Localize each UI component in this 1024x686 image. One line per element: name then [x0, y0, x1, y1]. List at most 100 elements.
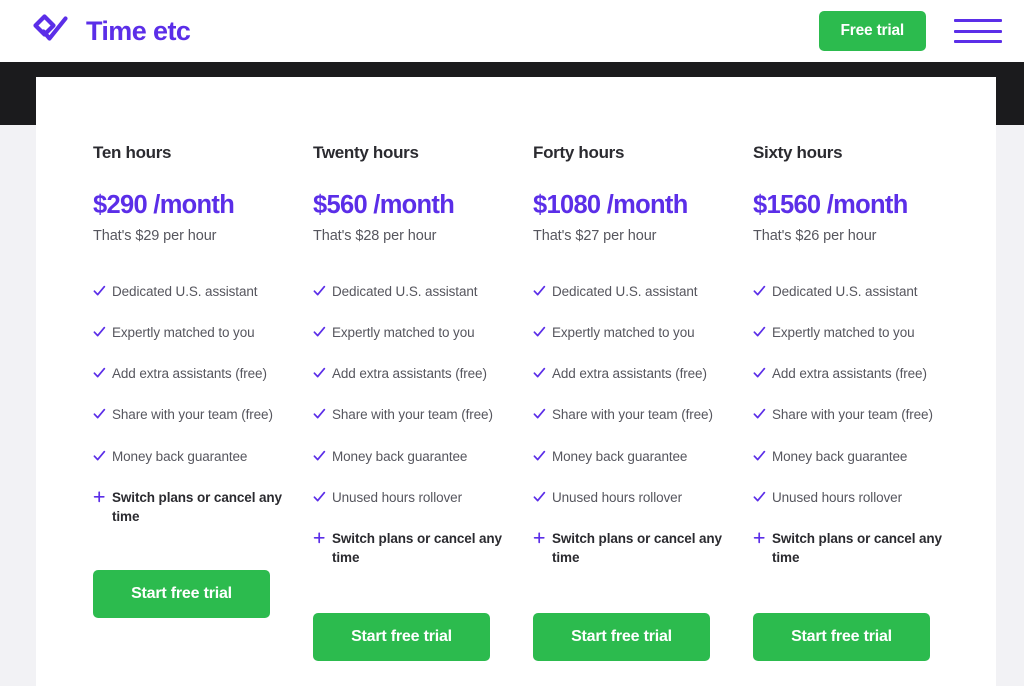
- check-icon: [313, 364, 332, 379]
- hamburger-bar: [954, 19, 1002, 22]
- plan-cta-wrap: Start free trial: [93, 570, 309, 619]
- plan-feature-label: Switch plans or cancel any time: [332, 530, 502, 566]
- brand-logo[interactable]: Time etc: [32, 13, 191, 49]
- start-free-trial-button[interactable]: Start free trial: [313, 613, 490, 662]
- site-header: Time etc Free trial: [0, 0, 1024, 62]
- plan-feature-item: Expertly matched to you: [313, 323, 529, 342]
- plan-feature-item: Dedicated U.S. assistant: [93, 282, 309, 301]
- start-free-trial-button[interactable]: Start free trial: [93, 570, 270, 619]
- plan-feature-label: Switch plans or cancel any time: [552, 530, 722, 566]
- plan-feature-label: Add extra assistants (free): [112, 366, 267, 382]
- plan-feature-item: Add extra assistants (free): [753, 364, 969, 383]
- plan-feature-label: Share with your team (free): [112, 407, 273, 423]
- plan-feature-label: Expertly matched to you: [552, 325, 695, 341]
- plus-icon: [533, 529, 552, 544]
- plan-feature-item: Money back guarantee: [533, 447, 749, 466]
- pricing-card: Ten hours $290 /month That's $29 per hour D…: [36, 77, 996, 686]
- plan-cta-wrap: Start free trial: [313, 613, 529, 662]
- plan-feature-item: Expertly matched to you: [533, 323, 749, 342]
- start-free-trial-button[interactable]: Start free trial: [533, 613, 710, 662]
- plan-price: $1560 /month: [753, 191, 908, 219]
- plus-icon: [93, 488, 112, 503]
- check-icon: [753, 447, 772, 462]
- check-icon: [753, 364, 772, 379]
- plan-feature-item: Switch plans or cancel any time: [533, 529, 749, 567]
- plan-feature-list: Dedicated U.S. assistant Expertly matched…: [753, 282, 969, 589]
- check-icon: [93, 447, 112, 462]
- plan-name: Forty hours: [533, 143, 625, 162]
- check-icon: [533, 323, 552, 338]
- plan-feature-label: Money back guarantee: [552, 448, 688, 464]
- hamburger-bar: [954, 29, 1002, 33]
- plan-feature-item: Switch plans or cancel any time: [313, 529, 529, 567]
- plus-icon: [313, 529, 332, 544]
- plan-feature-item: Switch plans or cancel any time: [93, 488, 309, 526]
- check-icon: [753, 282, 772, 297]
- check-icon: [533, 364, 552, 379]
- plan-feature-label: Switch plans or cancel any time: [772, 530, 942, 566]
- check-icon: [93, 282, 112, 297]
- plan-feature-label: Switch plans or cancel any time: [112, 489, 282, 524]
- plan-feature-item: Unused hours rollover: [533, 488, 749, 507]
- check-icon: [533, 488, 552, 503]
- check-diamond-logo-icon: [32, 13, 74, 49]
- plan-feature-label: Dedicated U.S. assistant: [332, 284, 478, 299]
- start-free-trial-button[interactable]: Start free trial: [753, 613, 930, 662]
- plan-cta-wrap: Start free trial: [753, 613, 969, 662]
- plan-feature-label: Expertly matched to you: [772, 325, 915, 341]
- plan-feature-list: Dedicated U.S. assistant Expertly matched…: [533, 282, 749, 589]
- plan-feature-list: Dedicated U.S. assistant Expertly matched…: [93, 282, 309, 548]
- plan-feature-label: Unused hours rollover: [772, 489, 902, 505]
- check-icon: [533, 282, 552, 297]
- check-icon: [753, 405, 772, 420]
- header-actions: Free trial: [818, 11, 1002, 51]
- plan-hourly-rate: That's $26 per hour: [753, 228, 877, 244]
- plan-feature-label: Unused hours rollover: [552, 489, 682, 505]
- plan-feature-item: Share with your team (free): [313, 405, 529, 424]
- plan-feature-item: Add extra assistants (free): [313, 364, 529, 383]
- pricing-plans-row: Ten hours $290 /month That's $29 per hour D…: [36, 143, 996, 662]
- plan-feature-item: Expertly matched to you: [93, 323, 309, 342]
- plan-feature-label: Add extra assistants (free): [772, 366, 927, 382]
- hamburger-bar: [954, 40, 1002, 43]
- plan-feature-label: Dedicated U.S. assistant: [112, 284, 258, 299]
- plan-feature-item: Share with your team (free): [533, 405, 749, 424]
- plan-hourly-rate: That's $28 per hour: [313, 228, 437, 244]
- plan-feature-label: Dedicated U.S. assistant: [772, 284, 918, 299]
- plan-feature-item: Dedicated U.S. assistant: [533, 282, 749, 301]
- check-icon: [313, 405, 332, 420]
- check-icon: [93, 364, 112, 379]
- brand-name: Time etc: [86, 15, 191, 46]
- check-icon: [753, 323, 772, 338]
- plan-feature-label: Money back guarantee: [112, 448, 248, 464]
- plan-feature-item: Add extra assistants (free): [533, 364, 749, 383]
- plan-feature-item: Switch plans or cancel any time: [753, 529, 969, 567]
- plan-name: Twenty hours: [313, 143, 419, 162]
- plan-price: $560 /month: [313, 191, 455, 219]
- plan-feature-item: Dedicated U.S. assistant: [753, 282, 969, 301]
- plan-feature-item: Unused hours rollover: [753, 488, 969, 507]
- plan-feature-label: Money back guarantee: [332, 448, 468, 464]
- check-icon: [93, 323, 112, 338]
- check-icon: [533, 405, 552, 420]
- check-icon: [313, 323, 332, 338]
- hamburger-menu-icon[interactable]: [954, 14, 1002, 48]
- plan-name: Sixty hours: [753, 143, 843, 162]
- plus-icon: [753, 529, 772, 544]
- check-icon: [93, 405, 112, 420]
- plan-feature-label: Share with your team (free): [552, 407, 713, 423]
- plan-feature-label: Share with your team (free): [332, 407, 493, 423]
- plan-name: Ten hours: [93, 143, 172, 162]
- pricing-plan-column: Ten hours $290 /month That's $29 per hour D…: [93, 143, 309, 661]
- plan-feature-label: Add extra assistants (free): [552, 366, 707, 382]
- plan-feature-item: Money back guarantee: [313, 447, 529, 466]
- free-trial-button[interactable]: Free trial: [818, 11, 926, 51]
- plan-price: $290 /month: [93, 191, 235, 219]
- plan-feature-item: Dedicated U.S. assistant: [313, 282, 529, 301]
- plan-feature-item: Expertly matched to you: [753, 323, 969, 342]
- pricing-plan-column: Sixty hours $1560 /month That's $26 per ho…: [753, 143, 969, 662]
- pricing-plan-column: Forty hours $1080 /month That's $27 per ho…: [533, 143, 749, 662]
- plan-feature-item: Share with your team (free): [753, 405, 969, 424]
- check-icon: [753, 488, 772, 503]
- pricing-plan-column: Twenty hours $560 /month That's $28 per ho…: [313, 143, 529, 662]
